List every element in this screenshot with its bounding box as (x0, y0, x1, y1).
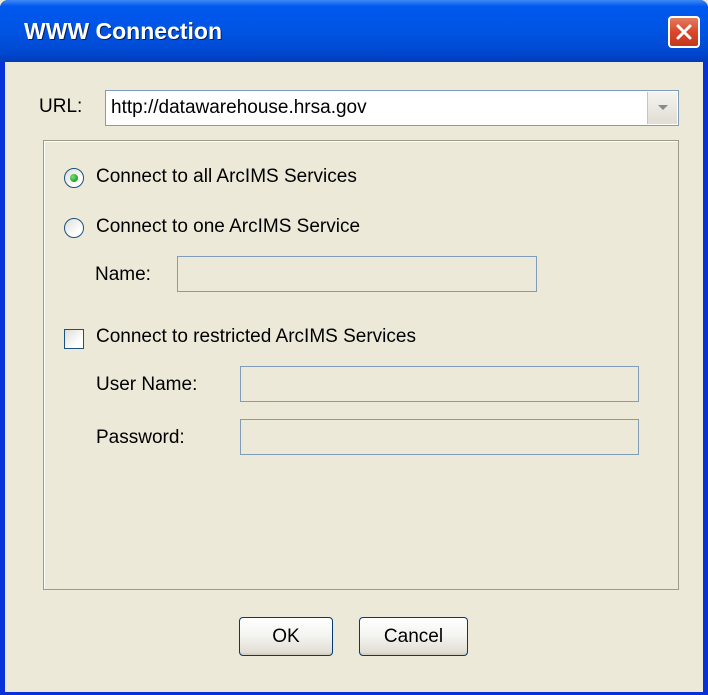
connection-options-group (43, 140, 679, 590)
name-label: Name: (95, 264, 151, 285)
radio-one-service-label[interactable]: Connect to one ArcIMS Service (96, 216, 360, 238)
password-field[interactable] (240, 419, 639, 455)
cancel-button[interactable]: Cancel (359, 617, 468, 656)
title-bar[interactable]: WWW Connection (0, 0, 708, 62)
checkbox-restricted[interactable] (64, 329, 84, 349)
checkbox-restricted-label[interactable]: Connect to restricted ArcIMS Services (96, 326, 416, 348)
window-border-right (703, 62, 708, 695)
url-dropdown-button[interactable] (647, 92, 677, 124)
radio-selected-dot (70, 174, 78, 182)
radio-one-service[interactable] (64, 218, 84, 238)
chevron-down-icon (657, 99, 669, 117)
radio-all-services-label[interactable]: Connect to all ArcIMS Services (96, 166, 357, 188)
window-title: WWW Connection (24, 18, 223, 44)
username-field[interactable] (240, 366, 639, 402)
close-button[interactable] (668, 16, 700, 48)
name-field[interactable] (177, 256, 537, 292)
url-label: URL: (39, 96, 83, 117)
radio-all-services[interactable] (64, 168, 84, 188)
ok-button[interactable]: OK (239, 617, 333, 656)
url-input[interactable]: http://datawarehouse.hrsa.gov (111, 97, 367, 119)
url-combobox[interactable]: http://datawarehouse.hrsa.gov (105, 90, 679, 126)
close-icon (675, 23, 693, 41)
password-label: Password: (96, 427, 185, 448)
username-label: User Name: (96, 374, 198, 395)
